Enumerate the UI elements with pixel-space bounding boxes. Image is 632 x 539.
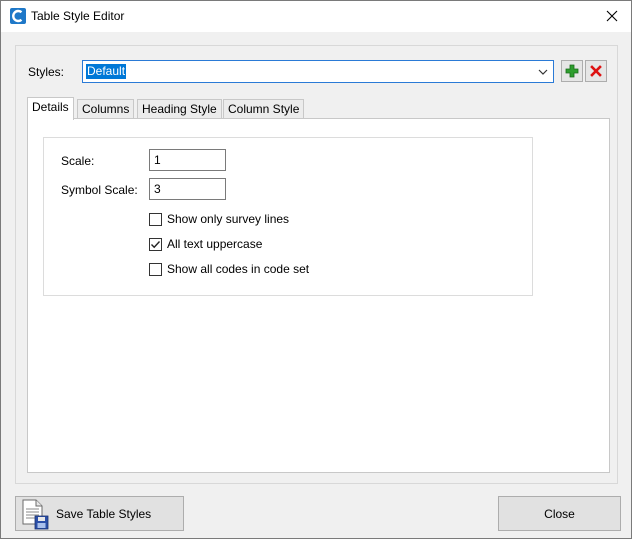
checkbox-label: Show all codes in code set: [167, 262, 310, 276]
close-button-label: Close: [544, 506, 575, 521]
save-document-icon: [22, 499, 49, 530]
app-logo-icon: [10, 8, 26, 24]
show-only-survey-lines-checkbox[interactable]: [149, 212, 162, 226]
symbol-scale-label: Symbol Scale:: [61, 183, 138, 197]
chevron-down-icon[interactable]: [537, 66, 549, 78]
close-icon: [606, 10, 618, 22]
checkbox-label: All text uppercase: [167, 237, 263, 251]
checkmark-icon: [151, 240, 161, 248]
show-all-codes-option[interactable]: Show all codes in code set: [149, 261, 309, 277]
styles-label: Styles:: [28, 65, 65, 79]
styles-selected-value: Default: [86, 64, 127, 79]
title-bar: Table Style Editor: [1, 1, 631, 32]
table-style-editor-window: Table Style Editor Styles: Default Detai…: [0, 0, 632, 539]
styles-dropdown[interactable]: Default: [82, 60, 554, 83]
add-style-button[interactable]: [561, 60, 583, 82]
all-text-uppercase-option[interactable]: All text uppercase: [149, 236, 262, 252]
tab-columns[interactable]: Columns: [77, 99, 135, 119]
all-text-uppercase-checkbox[interactable]: [149, 237, 162, 251]
delete-x-icon: [590, 65, 602, 77]
plus-icon: [565, 64, 579, 78]
tab-details[interactable]: Details: [27, 97, 74, 120]
tab-heading-style[interactable]: Heading Style: [137, 99, 222, 119]
window-title: Table Style Editor: [31, 9, 125, 23]
tab-column-style[interactable]: Column Style: [223, 99, 305, 119]
checkbox-label: Show only survey lines: [167, 212, 290, 226]
scale-input[interactable]: 1: [149, 149, 226, 171]
show-all-codes-checkbox[interactable]: [149, 262, 162, 276]
window-close-button[interactable]: [599, 4, 625, 28]
scale-label: Scale:: [61, 154, 95, 168]
show-only-survey-lines-option[interactable]: Show only survey lines: [149, 211, 289, 227]
close-button[interactable]: Close: [498, 496, 621, 531]
save-button-label: Save Table Styles: [56, 507, 152, 521]
symbol-scale-input[interactable]: 3: [149, 178, 226, 200]
delete-style-button[interactable]: [585, 60, 607, 82]
save-table-styles-button[interactable]: Save Table Styles: [15, 496, 184, 531]
